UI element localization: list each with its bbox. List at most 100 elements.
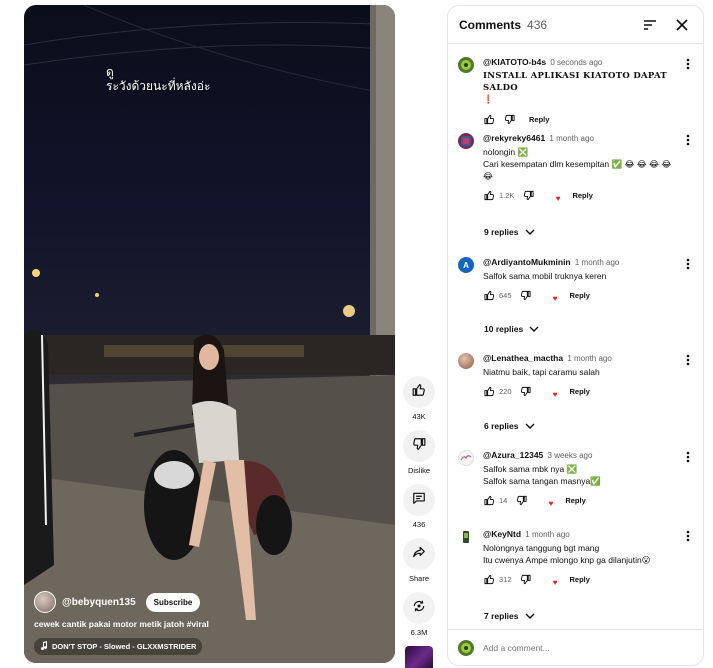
replies-count: 10 replies	[484, 324, 524, 334]
dislike-button[interactable]	[403, 430, 435, 462]
comment-time[interactable]: 1 month ago	[525, 530, 569, 539]
comments-button[interactable]	[403, 484, 435, 516]
comment-avatar[interactable]	[458, 450, 474, 466]
comment-text-line: ❗	[483, 95, 494, 105]
more-vert-icon[interactable]	[682, 529, 694, 543]
more-vert-icon[interactable]	[682, 257, 694, 271]
comment-avatar[interactable]	[458, 133, 474, 149]
short-video-player[interactable]: ดู ระวังด้วยนะที่หลังอ่ะ @bebyquen135 Su…	[24, 5, 395, 663]
chevron-down-icon	[525, 227, 535, 237]
add-comment-input[interactable]	[483, 642, 683, 653]
comment-text-line: nolongin ❎	[483, 147, 529, 157]
replies-count: 6 replies	[484, 421, 519, 431]
channel-avatar[interactable]	[34, 591, 56, 613]
comments-panel: Comments 436 @KIATOTO-b4s 0 seconds ago	[447, 5, 704, 666]
sound-chip[interactable]: DON'T STOP - Slowed - GLXXMSTRIDER	[34, 638, 203, 655]
like-icon[interactable]	[483, 494, 495, 506]
view-replies-button[interactable]: 9 replies	[484, 227, 535, 237]
thumbs-up-icon	[412, 383, 426, 402]
comment-time[interactable]: 3 weeks ago	[548, 451, 593, 460]
comment-actions: Reply	[483, 112, 683, 126]
comment-like-count: 14	[499, 495, 508, 505]
reply-button[interactable]: Reply	[529, 115, 549, 124]
comment-time[interactable]: 1 month ago	[567, 354, 611, 363]
view-replies-button[interactable]: 7 replies	[484, 611, 535, 621]
remix-icon	[412, 599, 426, 618]
comment-author[interactable]: @ArdiyantoMukminin	[483, 257, 571, 267]
like-icon[interactable]	[483, 189, 495, 201]
comment-body: @Lenathea_mactha 1 month ago Niatmu baik…	[483, 353, 683, 399]
comment-time[interactable]: 1 month ago	[549, 134, 593, 143]
dislike-icon[interactable]	[520, 289, 532, 301]
like-button[interactable]	[403, 376, 435, 408]
dislike-icon[interactable]	[520, 573, 532, 585]
creator-heart-icon: ♥	[552, 294, 558, 303]
comment-author[interactable]: @Lenathea_mactha	[483, 353, 563, 363]
comment-avatar[interactable]: A	[458, 257, 474, 273]
comment-text-line: Cari kesempatan dlm kesempitan ✅ 😂 😂 😂 😂…	[483, 159, 672, 181]
dislike-icon[interactable]	[522, 189, 534, 201]
comment-avatar[interactable]	[458, 529, 474, 545]
creator-heart-icon: ♥	[552, 578, 558, 587]
comment-body: @ArdiyantoMukminin 1 month ago Salfok sa…	[483, 257, 683, 303]
comment-text-line: Salfok sama tangan masnya✅	[483, 476, 601, 486]
share-button[interactable]	[403, 538, 435, 570]
sound-thumbnail[interactable]	[405, 646, 433, 668]
comment-text: nolongin ❎ Cari kesempatan dlm kesempita…	[483, 146, 683, 182]
channel-handle[interactable]: @bebyquen135	[62, 597, 136, 608]
view-replies-button[interactable]: 6 replies	[484, 421, 535, 431]
more-vert-icon[interactable]	[682, 353, 694, 367]
comment-time[interactable]: 0 seconds ago	[550, 58, 602, 67]
reply-button[interactable]: Reply	[570, 575, 590, 584]
comment-actions: 312 ♥ Reply	[483, 572, 683, 587]
reply-button[interactable]: Reply	[570, 387, 590, 396]
comment-meta: @KeyNtd 1 month ago	[483, 529, 683, 540]
dislike-label: Dislike	[407, 466, 431, 475]
more-vert-icon[interactable]	[682, 133, 694, 147]
comment-body: @KeyNtd 1 month ago Nolongnya tanggung b…	[483, 529, 683, 587]
comment-meta: @KIATOTO-b4s 0 seconds ago	[483, 57, 683, 68]
comment-actions: 220 ♥ Reply	[483, 384, 683, 399]
comment-body: @KIATOTO-b4s 0 seconds ago INSTALL APLIK…	[483, 57, 683, 126]
share-label: Share	[408, 574, 429, 583]
view-replies-button[interactable]: 10 replies	[484, 324, 539, 334]
reply-button[interactable]: Reply	[572, 191, 592, 200]
hashtag-link[interactable]: #viral	[187, 619, 209, 629]
video-title[interactable]: cewek cantik pakai motor metik jatoh #vi…	[34, 619, 209, 629]
comment-body: @rekyreky6461 1 month ago nolongin ❎ Car…	[483, 133, 683, 203]
sound-title: DON'T STOP - Slowed - GLXXMSTRIDER	[52, 642, 197, 651]
close-icon[interactable]	[672, 15, 692, 35]
like-icon[interactable]	[483, 113, 495, 125]
sort-icon[interactable]	[640, 15, 660, 35]
comment-like-count: 645	[499, 290, 512, 300]
comment-text-line: Nolongnya tanggung bgt mang	[483, 543, 600, 553]
comment-author[interactable]: @KIATOTO-b4s	[483, 57, 546, 67]
dislike-icon[interactable]	[520, 385, 532, 397]
shorts-page: ดู ระวังด้วยนะที่หลังอ่ะ @bebyquen135 Su…	[0, 0, 713, 668]
like-icon[interactable]	[483, 289, 495, 301]
comments-title: Comments	[459, 17, 522, 32]
add-comment-bar	[448, 629, 703, 665]
like-icon[interactable]	[483, 385, 495, 397]
subscribe-button[interactable]: Subscribe	[145, 592, 201, 612]
dislike-icon[interactable]	[503, 113, 515, 125]
comment-time[interactable]: 1 month ago	[575, 258, 619, 267]
comment-avatar[interactable]	[458, 57, 474, 73]
comment-avatar[interactable]	[458, 353, 474, 369]
more-vert-icon[interactable]	[682, 450, 694, 464]
reply-button[interactable]: Reply	[565, 496, 585, 505]
comment-actions: 1.2K ♥ Reply	[483, 188, 683, 203]
remix-button[interactable]	[403, 592, 435, 624]
comment-author[interactable]: @Azura_12345	[483, 450, 543, 460]
comment-actions: 645 ♥ Reply	[483, 288, 683, 303]
replies-count: 7 replies	[484, 611, 519, 621]
comment-author[interactable]: @KeyNtd	[483, 529, 521, 539]
comment-author[interactable]: @rekyreky6461	[483, 133, 545, 143]
like-icon[interactable]	[483, 573, 495, 585]
more-vert-icon[interactable]	[682, 57, 694, 71]
reply-button[interactable]: Reply	[570, 291, 590, 300]
dislike-icon[interactable]	[515, 494, 527, 506]
chevron-down-icon	[529, 324, 539, 334]
channel-row: @bebyquen135 Subscribe	[34, 591, 201, 613]
creator-heart-icon: ♥	[552, 390, 558, 399]
